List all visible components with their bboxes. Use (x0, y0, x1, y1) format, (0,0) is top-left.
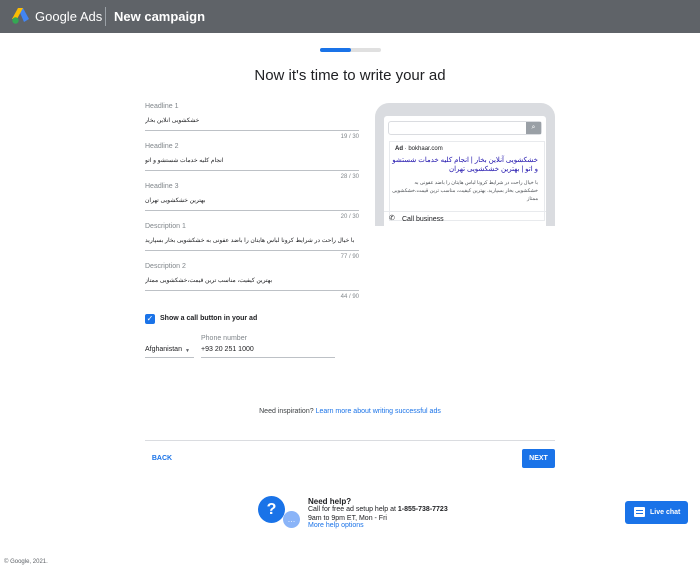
country-select[interactable]: Afghanistan (145, 346, 182, 353)
call-business-label: Call business (402, 216, 444, 223)
call-button-checkbox[interactable]: ✓ (145, 314, 155, 324)
char-count: 44 / 90 (340, 294, 359, 300)
call-button-label[interactable]: Show a call button in your ad (160, 315, 257, 322)
preview-search-bar: ⌕ (388, 121, 542, 135)
char-count: 77 / 90 (340, 254, 359, 260)
phone-input[interactable]: +93 20 251 1000 (201, 346, 254, 353)
more-help-link[interactable]: More help options (308, 522, 364, 529)
question-icon: ? (258, 496, 285, 523)
ad-domain: bokhaar.com (408, 146, 443, 152)
progress-bar (320, 48, 381, 52)
help-hours: 9am to 9pm ET, Mon - Fri (308, 515, 387, 522)
headline-3-input[interactable]: بهترین خشکشویی تهران (145, 197, 359, 207)
inspiration-text: Need inspiration? Learn more about writi… (0, 408, 700, 415)
char-count: 20 / 30 (340, 214, 359, 220)
footer-copyright: © Google, 2021. (4, 559, 48, 565)
headline-1-input[interactable]: خشکشویی آنلاین بخار (145, 117, 359, 127)
help-title: Need help? (308, 497, 352, 506)
brand-name[interactable]: Google Ads (35, 9, 102, 24)
headline-3-field[interactable]: Headline 3 بهترین خشکشویی تهران 20 / 30 (145, 183, 359, 220)
country-underline (145, 357, 194, 358)
preview-headline: خشکشویی آنلاین بخار | انجام کلیه خدمات ش… (392, 157, 538, 173)
google-ads-logo-icon[interactable] (12, 8, 30, 24)
headline-1-field[interactable]: Headline 1 خشکشویی آنلاین بخار 19 / 30 (145, 103, 359, 140)
ad-preview: ⌕ Ad · bokhaar.com خشکشویی آنلاین بخار |… (375, 103, 555, 226)
description-2-field[interactable]: Description 2 بهترین کیفیت، مناسب ترین ق… (145, 263, 359, 300)
help-call-text: Call for free ad setup help at 1-855-738… (308, 506, 448, 513)
dropdown-arrow-icon[interactable]: ▼ (185, 348, 190, 354)
top-bar: Google Ads New campaign (0, 0, 700, 33)
headline-2-input[interactable]: انجام کلیه خدمات شستشو و اتو (145, 157, 359, 167)
page-title: New campaign (114, 9, 206, 24)
search-icon: ⌕ (526, 122, 541, 134)
field-label: Headline 1 (145, 103, 179, 110)
back-button[interactable]: BACK (145, 449, 179, 468)
chat-icon (634, 507, 645, 517)
preview-ad-card: Ad · bokhaar.com خشکشویی آنلاین بخار | ا… (389, 141, 545, 221)
preview-ad-url: Ad · bokhaar.com (395, 146, 443, 152)
description-1-field[interactable]: Description 1 با خیال راحت در شرایط کرون… (145, 223, 359, 260)
header-divider (105, 7, 106, 26)
field-underline (145, 170, 359, 171)
field-label: Headline 2 (145, 143, 179, 150)
inspiration-prefix: Need inspiration? (259, 408, 314, 415)
inspiration-link[interactable]: Learn more about writing successful ads (316, 408, 441, 415)
description-1-input[interactable]: با خیال راحت در شرایط کرونا لباس هایتان … (145, 237, 359, 247)
live-chat-button[interactable]: Live chat (625, 501, 688, 524)
field-label: Description 2 (145, 263, 186, 270)
char-count: 28 / 30 (340, 174, 359, 180)
field-underline (145, 250, 359, 251)
live-chat-label: Live chat (650, 509, 681, 516)
next-button[interactable]: NEXT (522, 449, 555, 468)
help-phone: 1-855-738-7723 (397, 506, 448, 513)
phone-label: Phone number (201, 335, 247, 342)
char-count: 19 / 30 (340, 134, 359, 140)
description-2-input[interactable]: بهترین کیفیت، مناسب ترین قیمت،خشکشویی مم… (145, 277, 359, 287)
chat-bubble-icon: … (283, 511, 300, 528)
preview-screen: ⌕ Ad · bokhaar.com خشکشویی آنلاین بخار |… (384, 116, 546, 226)
progress-fill (320, 48, 351, 52)
field-underline (145, 210, 359, 211)
main-title: Now it's time to write your ad (254, 67, 446, 84)
help-call-prefix: Call for free ad setup help at (308, 506, 396, 513)
field-underline (145, 130, 359, 131)
field-label: Headline 3 (145, 183, 179, 190)
ad-badge: Ad (395, 146, 403, 152)
bottom-divider (145, 440, 555, 441)
field-underline (145, 290, 359, 291)
field-label: Description 1 (145, 223, 186, 230)
preview-description: با خیال راحت در شرایط کرونا لباس هایتان … (392, 180, 538, 202)
headline-2-field[interactable]: Headline 2 انجام کلیه خدمات شستشو و اتو … (145, 143, 359, 180)
phone-underline (201, 357, 335, 358)
preview-call-row: ✆ Call business (384, 211, 546, 226)
phone-icon: ✆ (389, 215, 395, 222)
